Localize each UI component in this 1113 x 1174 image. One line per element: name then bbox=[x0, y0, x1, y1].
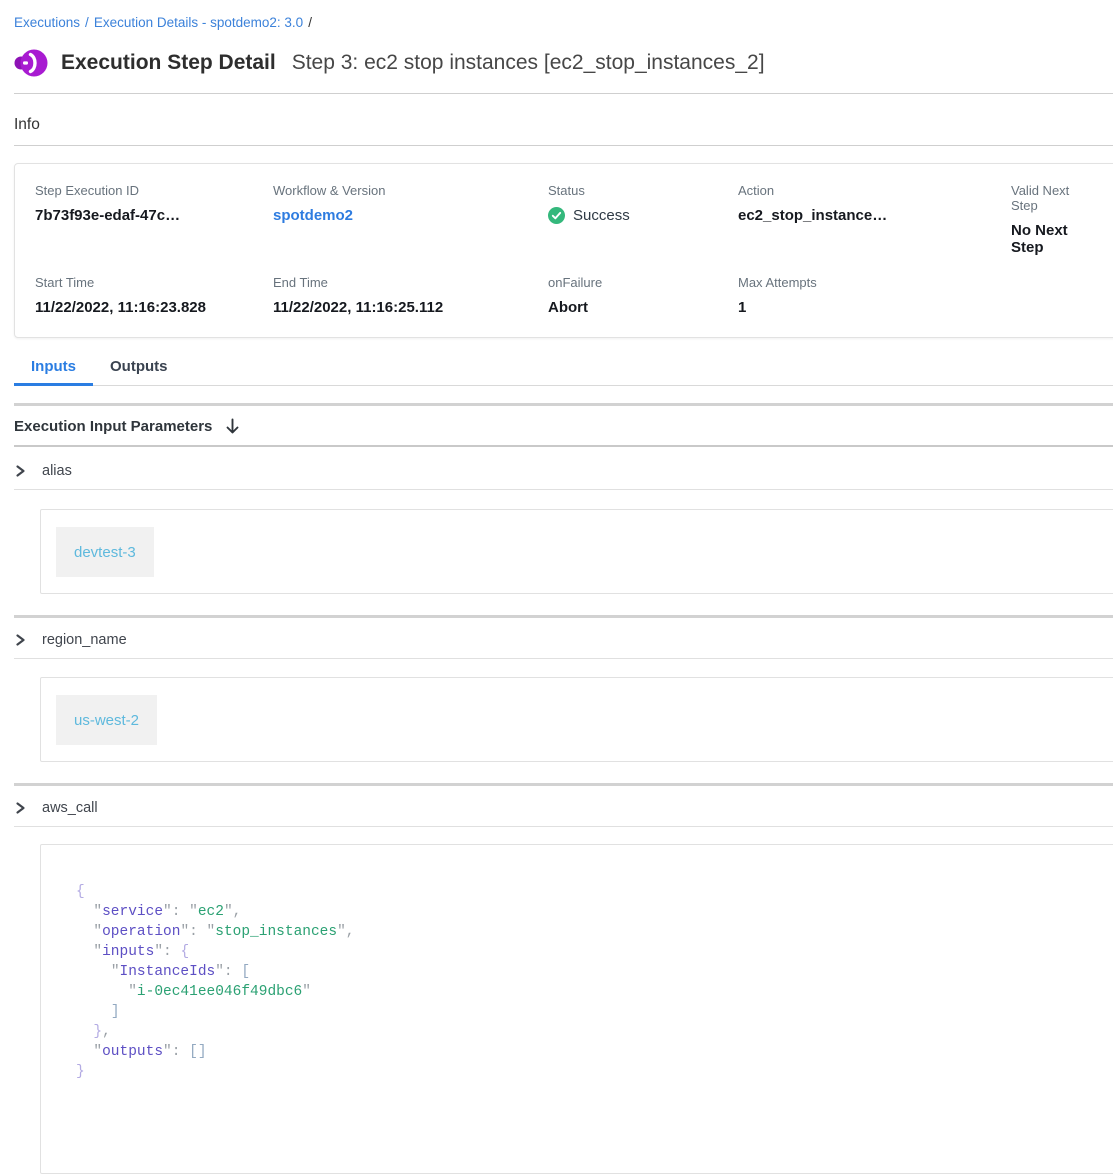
field-onfailure: onFailure Abort bbox=[548, 275, 738, 316]
field-value: 1 bbox=[738, 299, 1011, 316]
alias-value-chip[interactable]: devtest-3 bbox=[56, 527, 154, 577]
field-step-execution-id: Step Execution ID 7b73f93e-edaf-47c… bbox=[35, 183, 273, 256]
section-region-name-label: region_name bbox=[42, 632, 127, 648]
divider bbox=[14, 403, 1113, 406]
field-value: No Next Step bbox=[1011, 222, 1098, 256]
field-label: Step Execution ID bbox=[35, 183, 273, 198]
divider bbox=[14, 145, 1113, 146]
page-header: Execution Step Detail Step 3: ec2 stop i… bbox=[14, 46, 1113, 80]
field-valid-next-step: Valid Next Step No Next Step bbox=[1011, 183, 1098, 256]
page-title: Execution Step Detail bbox=[61, 51, 276, 75]
aws-call-panel: { "service": "ec2", "operation": "stop_i… bbox=[40, 844, 1113, 1174]
breadcrumb-separator: / bbox=[85, 15, 89, 30]
field-value: Abort bbox=[548, 299, 738, 316]
section-region-name-toggle[interactable]: region_name bbox=[14, 628, 1113, 652]
divider bbox=[14, 783, 1113, 786]
field-workflow-version: Workflow & Version spotdemo2 bbox=[273, 183, 548, 256]
page: Executions / Execution Details - spotdemo2… bbox=[0, 0, 1113, 1174]
chevron-right-icon bbox=[14, 464, 27, 478]
breadcrumb: Executions / Execution Details - spotdemo2… bbox=[14, 0, 1113, 30]
divider bbox=[14, 826, 1113, 827]
field-label: Valid Next Step bbox=[1011, 183, 1098, 213]
chevron-right-icon bbox=[14, 801, 27, 815]
chevron-right-icon bbox=[14, 633, 27, 647]
sort-arrow-down-icon[interactable] bbox=[225, 418, 240, 435]
section-aws-call-label: aws_call bbox=[42, 800, 98, 816]
field-action: Action ec2_stop_instance… bbox=[738, 183, 1011, 256]
divider bbox=[14, 658, 1113, 659]
alias-panel: devtest-3 bbox=[40, 509, 1113, 594]
info-section-title: Info bbox=[14, 116, 1113, 134]
field-label: onFailure bbox=[548, 275, 738, 290]
divider bbox=[14, 445, 1113, 447]
tab-inputs[interactable]: Inputs bbox=[14, 358, 93, 386]
field-label: Start Time bbox=[35, 275, 273, 290]
status-badge: Success bbox=[573, 207, 630, 224]
section-alias-label: alias bbox=[42, 463, 72, 479]
aws-call-json: { "service": "ec2", "operation": "stop_i… bbox=[76, 882, 1098, 1082]
alias-value: devtest-3 bbox=[74, 544, 136, 561]
field-label: End Time bbox=[273, 275, 548, 290]
section-aws-call-toggle[interactable]: aws_call bbox=[14, 796, 1113, 820]
divider bbox=[14, 615, 1113, 618]
section-alias-toggle[interactable]: alias bbox=[14, 459, 1113, 483]
breadcrumb-link-executions[interactable]: Executions bbox=[14, 15, 80, 30]
divider bbox=[14, 489, 1113, 490]
field-value: 11/22/2022, 11:16:25.112 bbox=[273, 299, 548, 316]
workflow-logo-icon bbox=[14, 46, 48, 80]
field-value: 11/22/2022, 11:16:23.828 bbox=[35, 299, 273, 316]
region-name-panel: us-west-2 bbox=[40, 677, 1113, 762]
divider bbox=[14, 93, 1113, 94]
field-label: Action bbox=[738, 183, 1011, 198]
field-value: 7b73f93e-edaf-47c… bbox=[35, 207, 273, 224]
region-name-value-chip[interactable]: us-west-2 bbox=[56, 695, 157, 745]
tab-outputs[interactable]: Outputs bbox=[93, 358, 185, 386]
region-name-value: us-west-2 bbox=[74, 712, 139, 729]
page-subtitle: Step 3: ec2 stop instances [ec2_stop_ins… bbox=[292, 51, 765, 75]
field-label: Status bbox=[548, 183, 738, 198]
breadcrumb-trailing-separator: / bbox=[308, 15, 312, 30]
field-label: Max Attempts bbox=[738, 275, 1011, 290]
field-end-time: End Time 11/22/2022, 11:16:25.112 bbox=[273, 275, 548, 316]
execution-input-parameters-label: Execution Input Parameters bbox=[14, 418, 212, 435]
field-value: ec2_stop_instance… bbox=[738, 207, 1011, 224]
breadcrumb-link-execution-details[interactable]: Execution Details - spotdemo2: 3.0 bbox=[94, 15, 303, 30]
check-circle-icon bbox=[548, 207, 565, 224]
field-start-time: Start Time 11/22/2022, 11:16:23.828 bbox=[35, 275, 273, 316]
tab-bar: Inputs Outputs bbox=[14, 358, 1113, 386]
workflow-version-link[interactable]: spotdemo2 bbox=[273, 207, 548, 224]
info-card: Step Execution ID 7b73f93e-edaf-47c… Wor… bbox=[14, 163, 1113, 338]
field-max-attempts: Max Attempts 1 bbox=[738, 275, 1011, 316]
execution-input-parameters-header: Execution Input Parameters bbox=[14, 418, 1113, 435]
field-label: Workflow & Version bbox=[273, 183, 548, 198]
field-status: Status Success bbox=[548, 183, 738, 256]
